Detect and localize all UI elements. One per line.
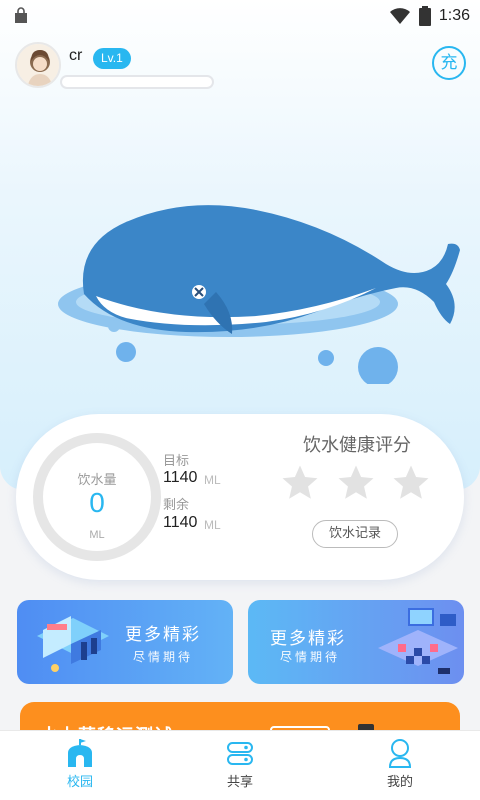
star-icon [282, 465, 318, 499]
wifi-icon [389, 8, 410, 24]
shopping-bag-icon [15, 7, 27, 23]
username: cr [69, 47, 83, 64]
water-intake-gauge: 饮水量 0 ML [33, 433, 161, 561]
star-icon [393, 465, 429, 499]
tab-label: 校园 [66, 775, 93, 790]
whale-illustration [58, 205, 461, 384]
health-score-title: 饮水健康评分 [303, 435, 411, 456]
target-label: 目标 [163, 454, 190, 469]
promo-title: 更多精彩 [270, 629, 346, 649]
share-icon [227, 742, 253, 765]
tab-label: 我的 [386, 775, 413, 790]
promo-subtitle: 尽情期待 [133, 650, 194, 664]
tab-campus[interactable]: 校园 [0, 731, 160, 800]
target-unit: ML [204, 473, 221, 487]
tab-share[interactable]: 共享 [160, 731, 320, 800]
status-bar: 1:36 [0, 0, 480, 32]
water-droplet [108, 320, 120, 332]
xp-progress-bar [60, 75, 214, 89]
avatar[interactable] [15, 42, 61, 88]
drink-record-button[interactable]: 饮水记录 [312, 520, 398, 548]
recharge-button[interactable]: 充 [432, 46, 466, 80]
tab-mine[interactable]: 我的 [320, 731, 480, 800]
promo-subtitle: 尽情期待 [280, 650, 341, 664]
star-icon [338, 465, 374, 499]
promo-card-left[interactable]: 更多精彩 尽情期待 [17, 600, 233, 684]
gauge-value: 0 [89, 487, 105, 518]
remaining-label: 剩余 [163, 498, 190, 513]
battery-icon [418, 6, 431, 26]
gauge-title: 饮水量 [77, 473, 117, 488]
gauge-unit: ML [89, 529, 105, 541]
promo-card-right[interactable]: 更多精彩 尽情期待 [248, 600, 464, 684]
water-intake-card: 饮水量 0 ML 目标 1140 ML 剩余 1140 ML 饮水健康评分 饮水… [16, 414, 464, 580]
level-badge: Lv.1 [93, 48, 131, 69]
remaining-value: 1140 [163, 514, 198, 531]
profile-icon [388, 739, 412, 768]
classroom-illustration-icon [378, 608, 458, 674]
promo-title: 更多精彩 [125, 625, 201, 645]
target-value: 1140 [163, 469, 198, 486]
water-droplet [116, 342, 136, 362]
status-time: 1:36 [438, 7, 470, 24]
remaining-unit: ML [204, 518, 221, 532]
store-illustration-icon [37, 616, 109, 672]
tab-label: 共享 [226, 775, 253, 790]
school-icon [68, 739, 92, 767]
bottom-tab-bar: 校园 共享 我的 [0, 730, 480, 800]
water-droplet [318, 350, 334, 366]
water-droplet [358, 347, 398, 384]
